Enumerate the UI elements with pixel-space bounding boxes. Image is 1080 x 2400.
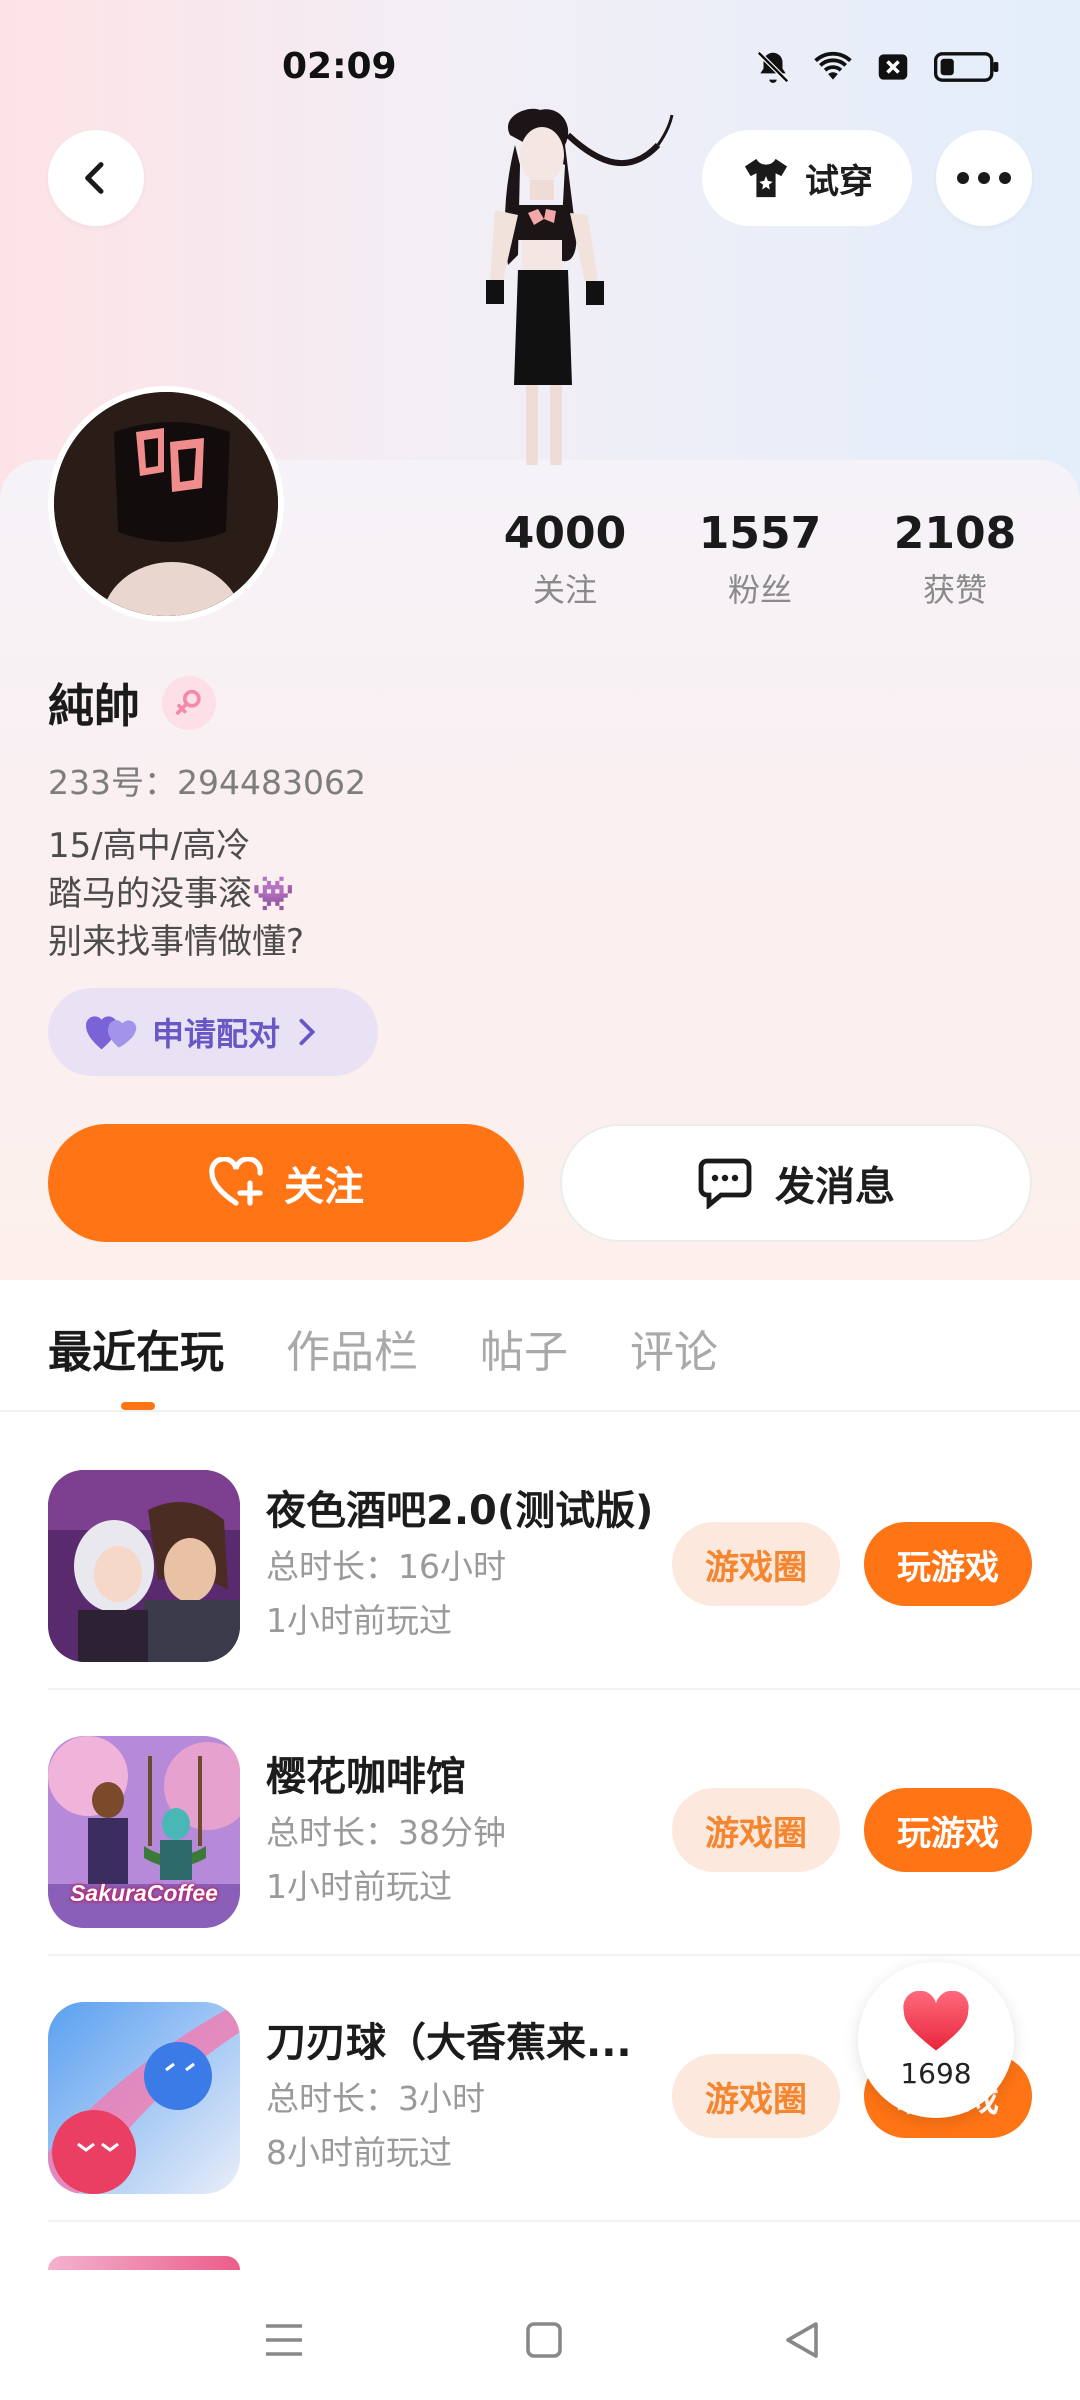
game-duration: 总时长：16小时	[266, 1547, 506, 1586]
try-on-button[interactable]: 试穿	[702, 130, 912, 226]
profile-stats: 4000 关注 1557 粉丝 2108 获赞	[480, 508, 1040, 611]
stat-likes[interactable]: 2108 获赞	[870, 508, 1040, 611]
game-duration: 总时长：3小时	[266, 2079, 485, 2118]
game-title: 刀刃球（大香蕉来...	[266, 2020, 632, 2066]
like-count: 1698	[900, 2056, 972, 2090]
bio-line: 踏马的没事滚👾	[48, 874, 295, 914]
send-message-label: 发消息	[775, 1164, 895, 1210]
shirt-icon	[744, 158, 788, 198]
game-thumbnail	[48, 1470, 240, 1662]
game-circle-button[interactable]: 游戏圈	[672, 1788, 840, 1872]
game-thumbnail	[48, 2002, 240, 2194]
request-match-label: 申请配对	[152, 1015, 281, 1053]
game-cover-image	[48, 1470, 240, 1662]
like-float-button[interactable]: 1698	[858, 1962, 1014, 2118]
game-last-played: 1小时前玩过	[266, 1867, 452, 1906]
user-id: 233号：294483062	[48, 763, 366, 802]
stat-likes-label: 获赞	[922, 571, 987, 609]
try-on-label: 试穿	[805, 161, 873, 202]
status-time: 02:09	[282, 46, 397, 87]
double-heart-icon	[86, 1016, 137, 1050]
tab-posts[interactable]: 帖子	[480, 1316, 568, 1380]
stat-followers-number: 1557	[698, 508, 822, 559]
female-icon	[175, 689, 201, 715]
tab-works[interactable]: 作品栏	[286, 1316, 418, 1380]
back-button[interactable]	[48, 130, 144, 226]
avatar-3d-figure	[486, 108, 674, 465]
play-game-button[interactable]: 玩游戏	[864, 1522, 1032, 1606]
wifi-icon	[814, 51, 852, 80]
more-button[interactable]	[936, 130, 1032, 226]
battery-icon	[934, 52, 999, 82]
nav-menu-button[interactable]	[254, 2310, 314, 2370]
chevron-right-icon	[299, 1018, 316, 1046]
stat-following[interactable]: 4000 关注	[480, 508, 650, 611]
game-list-item[interactable]: 夜色酒吧2.0(测试版) 总时长：16小时 1小时前玩过 游戏圈 玩游戏	[0, 1424, 1080, 1690]
chat-bubble-icon	[698, 1158, 752, 1209]
nav-home-button[interactable]	[514, 2310, 574, 2370]
game-title: 夜色酒吧2.0(测试版)	[266, 1488, 654, 1534]
bio-line: 别来找事情做懂?	[48, 922, 305, 962]
stat-likes-number: 2108	[893, 508, 1017, 559]
stat-following-label: 关注	[532, 571, 597, 609]
game-last-played: 8小时前玩过	[266, 2133, 452, 2172]
active-tab-indicator	[121, 1402, 155, 1410]
profile-tabs: 最近在玩 作品栏 帖子 评论	[48, 1316, 718, 1380]
system-navigation-bar	[0, 2270, 1080, 2400]
request-match-button[interactable]: 申请配对	[48, 988, 378, 1076]
game-list-item[interactable]: SakuraCoffee 樱花咖啡馆 总时长：38分钟 1小时前玩过 游戏圈 玩…	[0, 1690, 1080, 1956]
tab-divider	[0, 1410, 1080, 1412]
profile-bio: 15/高中/高冷 踏马的没事滚👾 别来找事情做懂?	[48, 822, 304, 966]
game-cover-caption: SakuraCoffee	[70, 1880, 218, 1906]
profile-name: 純帥	[48, 679, 140, 733]
stat-following-number: 4000	[503, 508, 627, 559]
heart-plus-icon	[209, 1157, 263, 1206]
chevron-left-icon	[85, 162, 104, 194]
menu-icon	[266, 2324, 302, 2356]
tab-recently-played[interactable]: 最近在玩	[48, 1316, 224, 1380]
bio-line: 15/高中/高冷	[48, 826, 251, 866]
game-circle-button[interactable]: 游戏圈	[672, 2054, 840, 2138]
heart-icon	[903, 1990, 969, 2051]
game-title: 樱花咖啡馆	[266, 1754, 466, 1800]
game-circle-button[interactable]: 游戏圈	[672, 1522, 840, 1606]
game-thumbnail-partial	[48, 2256, 240, 2270]
game-duration: 总时长：38分钟	[266, 1813, 506, 1852]
play-game-button[interactable]: 玩游戏	[864, 1788, 1032, 1872]
follow-label: 关注	[284, 1164, 364, 1210]
status-bar: 02:09	[0, 40, 1080, 100]
send-message-button[interactable]: 发消息	[560, 1124, 1032, 1242]
ellipsis-icon	[957, 172, 1011, 184]
bell-off-icon	[757, 51, 789, 83]
home-square-icon	[526, 2322, 562, 2358]
sim-off-icon	[878, 54, 908, 80]
gender-badge	[162, 676, 216, 730]
row-divider	[48, 2220, 1080, 2222]
game-cover-image	[48, 2002, 240, 2194]
game-last-played: 1小时前玩过	[266, 1601, 452, 1640]
stat-followers[interactable]: 1557 粉丝	[675, 508, 845, 611]
stat-followers-label: 粉丝	[727, 571, 792, 609]
game-thumbnail: SakuraCoffee	[48, 1736, 240, 1928]
nav-back-button[interactable]	[772, 2310, 832, 2370]
back-triangle-icon	[786, 2322, 818, 2358]
follow-button[interactable]: 关注	[48, 1124, 524, 1242]
profile-avatar[interactable]	[48, 386, 284, 622]
tab-comments[interactable]: 评论	[630, 1316, 718, 1380]
